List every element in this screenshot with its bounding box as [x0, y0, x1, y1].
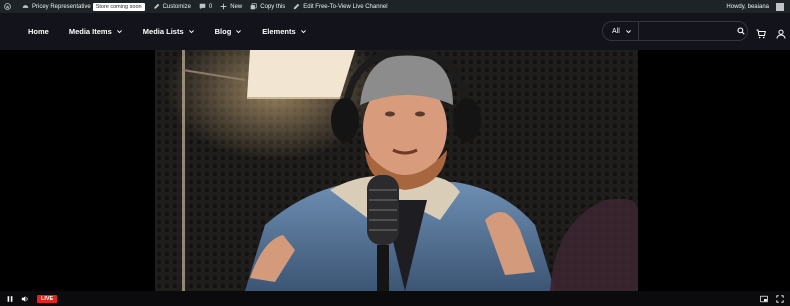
- nav-item-elements[interactable]: Elements: [262, 27, 306, 36]
- chevron-down-icon: [116, 30, 122, 34]
- video-player[interactable]: LIVE: [0, 50, 790, 306]
- nav-item-blog[interactable]: Blog: [215, 27, 243, 36]
- chevron-down-icon: [188, 30, 194, 34]
- account-greeting[interactable]: Howdy, beaiana: [722, 0, 773, 13]
- player-controls: LIVE: [0, 291, 790, 306]
- nav-home-label: Home: [28, 27, 49, 36]
- comments-count: 0: [208, 3, 213, 10]
- plus-icon: [220, 3, 227, 10]
- nav-item-home[interactable]: Home: [28, 27, 49, 36]
- cart-icon: [756, 29, 766, 39]
- cart-button[interactable]: [756, 26, 766, 39]
- copy-label: Copy this: [260, 3, 286, 10]
- picture-in-picture-button[interactable]: [759, 294, 769, 304]
- video-frame[interactable]: [155, 50, 638, 291]
- fullscreen-icon: [776, 294, 784, 303]
- picture-in-picture-icon: [760, 295, 768, 302]
- search-button[interactable]: [736, 22, 747, 40]
- avatar[interactable]: [776, 2, 784, 11]
- pause-button[interactable]: [5, 294, 15, 304]
- site-name-link[interactable]: Pricey Representative Store coming soon: [18, 0, 149, 13]
- search-input[interactable]: [638, 22, 736, 40]
- site-header: Home Media Items Media Lists Blog Elemen…: [0, 13, 790, 50]
- search-icon: [737, 27, 746, 35]
- customize-link[interactable]: Customize: [149, 0, 195, 13]
- new-content-link[interactable]: New: [216, 0, 246, 13]
- copy-this-link[interactable]: Copy this: [246, 0, 289, 13]
- nav-media-lists-label: Media Lists: [142, 27, 184, 36]
- chevron-down-icon: [625, 29, 631, 33]
- nav-item-media-lists[interactable]: Media Lists: [143, 27, 195, 36]
- nav-item-media-items[interactable]: Media Items: [69, 27, 123, 36]
- new-label: New: [230, 3, 243, 10]
- pencil-icon: [293, 3, 300, 10]
- user-icon: [776, 29, 786, 39]
- comment-icon: [199, 3, 206, 10]
- edit-post-link[interactable]: Edit Free-To-View Live Channel: [289, 0, 391, 13]
- chevron-down-icon: [236, 30, 242, 34]
- search-bar: All: [602, 21, 748, 41]
- chevron-down-icon: [300, 30, 306, 34]
- comments-link[interactable]: 0: [195, 0, 216, 13]
- brush-icon: [153, 3, 159, 9]
- volume-button[interactable]: [20, 294, 30, 304]
- pause-icon: [7, 295, 13, 302]
- site-name: Pricey Representative: [32, 3, 91, 10]
- edit-label: Edit Free-To-View Live Channel: [303, 3, 388, 10]
- admin-bar: Pricey Representative Store coming soon …: [0, 0, 790, 13]
- wordpress-icon: [4, 3, 11, 10]
- account-button[interactable]: [776, 26, 786, 39]
- search-category-label: All: [612, 27, 620, 35]
- nav-elements-label: Elements: [262, 27, 296, 36]
- search-category-select[interactable]: All: [603, 22, 639, 40]
- customize-label: Customize: [162, 3, 191, 10]
- fullscreen-button[interactable]: [775, 294, 785, 304]
- dashboard-icon: [22, 5, 29, 8]
- nav-blog-label: Blog: [214, 27, 232, 36]
- copy-icon: [250, 3, 257, 10]
- store-status-badge[interactable]: Store coming soon: [92, 2, 145, 11]
- podcast-host-video-image: [155, 50, 638, 291]
- volume-icon: [21, 295, 28, 302]
- wordpress-logo-button[interactable]: [0, 0, 18, 13]
- live-badge[interactable]: LIVE: [37, 294, 58, 303]
- main-nav: Home Media Items Media Lists Blog Elemen…: [28, 27, 327, 36]
- nav-media-items-label: Media Items: [68, 27, 112, 36]
